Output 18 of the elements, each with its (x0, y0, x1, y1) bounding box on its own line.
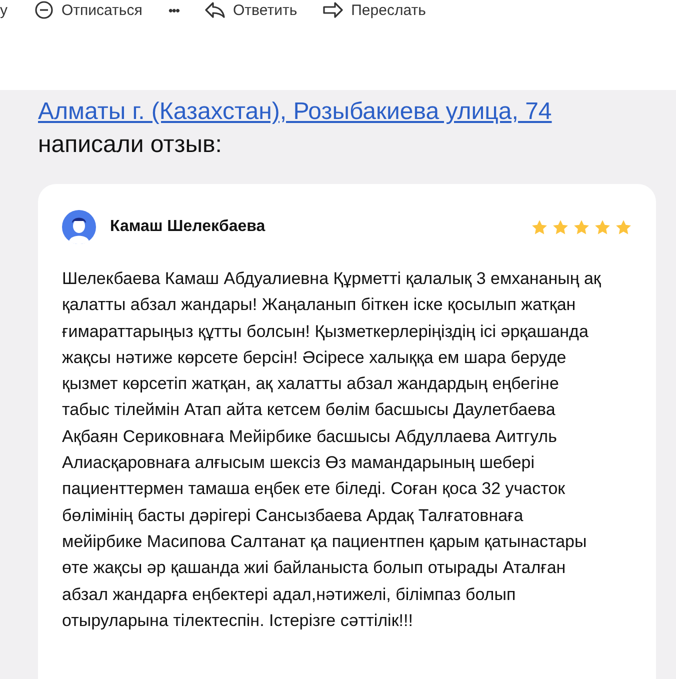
more-button[interactable]: ••• (168, 2, 180, 18)
star-icon (552, 218, 569, 236)
star-icon (531, 218, 548, 236)
author-name: Камаш Шелекбаева (110, 218, 266, 236)
minus-circle-icon (34, 0, 54, 20)
reply-button[interactable]: Ответить (205, 1, 298, 19)
toolbar-label: у (0, 2, 8, 18)
avatar-icon (62, 210, 96, 244)
unsubscribe-button[interactable]: Отписаться (34, 0, 142, 20)
star-icon (594, 218, 611, 236)
forward-icon (323, 1, 344, 19)
review-text: Шелекбаева Камаш Абдуалиевна Құрметті қалалық 3 емхананың ақ қалатты абзал жандары! Жаңаланып біткен іске қосылып жатқан ғимараттарыңыз құтты болсын! Қызметкерлеріңіздің ісі әрқашанда жақсы нәтиже көрсете берсін! Әсіресе халыққа ем шара беруде қызмет көрсетіп жатқан, ақ халатты абзал жандардың еңбегіне табыс тілеймін Атап айта кетсем бөлім басшысы Даулетбаева Ақбаян Сериковнаға Мейірбике басшысы Абдуллаева Аитгуль Алиасқаровнаға алғысым шексіз Өз мамандарының шебері пациенттермен тамаша еңбек ете біледі. Соған қоса 32 участок бөлімінің басты дәрігері Сансызбаева Ардақ Талғатовнаға мейірбике Масипова Салтанат қа пациентпен қарым қатынастары өте жақсы әр қашанда жиі байланыста болып отырады Аталған абзал жандарға еңбектері адал,нәтижелі, білімпаз болып отыруларына тілектеспін. Істерізге сәттілік!!! (62, 268, 602, 632)
review-caption: написали отзыв: (38, 131, 223, 159)
star-icon (615, 218, 632, 236)
star-icon (573, 218, 590, 236)
reply-icon (205, 1, 226, 19)
forward-button[interactable]: Переслать (323, 1, 426, 19)
address-link[interactable]: Алматы г. (Казахстан), Розыбакиева улица, 74 (38, 95, 552, 129)
